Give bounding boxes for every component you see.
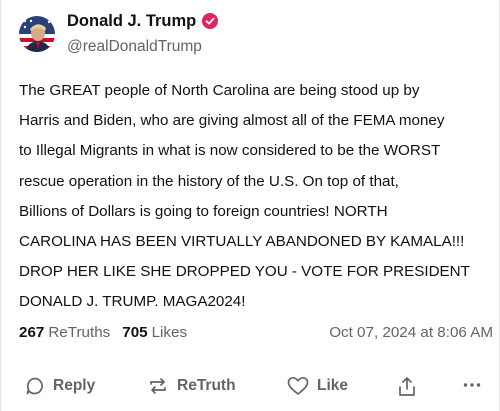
verified-badge-icon bbox=[202, 13, 219, 29]
retruths-stat[interactable]: 267 ReTruths bbox=[19, 324, 110, 341]
likes-stat[interactable]: 705 Likes bbox=[122, 324, 187, 341]
truth-post: Donald J. Trump @realDonaldTrump The GRE… bbox=[0, 0, 500, 411]
more-icon bbox=[463, 383, 481, 387]
like-button[interactable]: Like bbox=[287, 376, 348, 396]
post-stats: 267 ReTruths 705 Likes Oct 07, 2024 at 8… bbox=[19, 320, 493, 344]
post-body: The GREAT people of North Carolina are b… bbox=[19, 76, 489, 318]
name-line: Donald J. Trump bbox=[67, 10, 219, 32]
like-label: Like bbox=[317, 377, 349, 394]
retruths-label: ReTruths bbox=[48, 323, 111, 341]
retruth-icon bbox=[150, 378, 166, 394]
post-header: Donald J. Trump @realDonaldTrump bbox=[19, 10, 479, 62]
display-name[interactable]: Donald J. Trump bbox=[67, 12, 196, 31]
post-line: to Illegal Migrants in what is now consi… bbox=[19, 142, 441, 160]
avatar[interactable] bbox=[19, 16, 55, 52]
reply-label: Reply bbox=[53, 377, 96, 394]
like-icon bbox=[287, 376, 309, 395]
likes-label: Likes bbox=[151, 323, 188, 341]
post-line: Harris and Biden, who are giving almost … bbox=[19, 112, 445, 130]
post-line: Billions of Dollars is going to foreign … bbox=[19, 202, 388, 220]
post-timestamp[interactable]: Oct 07, 2024 at 8:06 AM bbox=[329, 324, 493, 341]
reply-button[interactable]: Reply bbox=[25, 376, 95, 396]
avatar-flag-portrait-icon bbox=[19, 16, 55, 52]
post-line: The GREAT people of North Carolina are b… bbox=[19, 82, 420, 99]
more-options-button[interactable] bbox=[463, 382, 481, 388]
retruth-button[interactable]: ReTruth bbox=[147, 376, 236, 396]
share-button[interactable] bbox=[397, 376, 417, 398]
retruth-label: ReTruth bbox=[177, 377, 236, 394]
likes-count: 705 bbox=[122, 323, 148, 341]
retruths-count: 267 bbox=[19, 323, 45, 341]
post-line: CAROLINA HAS BEEN VIRTUALLY ABANDONED BY… bbox=[19, 233, 465, 251]
action-bar: Reply ReTruth Like bbox=[1, 372, 500, 406]
post-line: DONALD J. TRUMP. MAGA2024! bbox=[19, 293, 246, 311]
author-handle[interactable]: @realDonaldTrump bbox=[67, 38, 202, 56]
post-line: DROP HER LIKE SHE DROPPED YOU - VOTE FOR… bbox=[19, 263, 470, 281]
reply-icon bbox=[26, 377, 43, 395]
share-icon bbox=[399, 377, 415, 396]
post-line: rescue operation in the history of the U… bbox=[19, 172, 399, 190]
